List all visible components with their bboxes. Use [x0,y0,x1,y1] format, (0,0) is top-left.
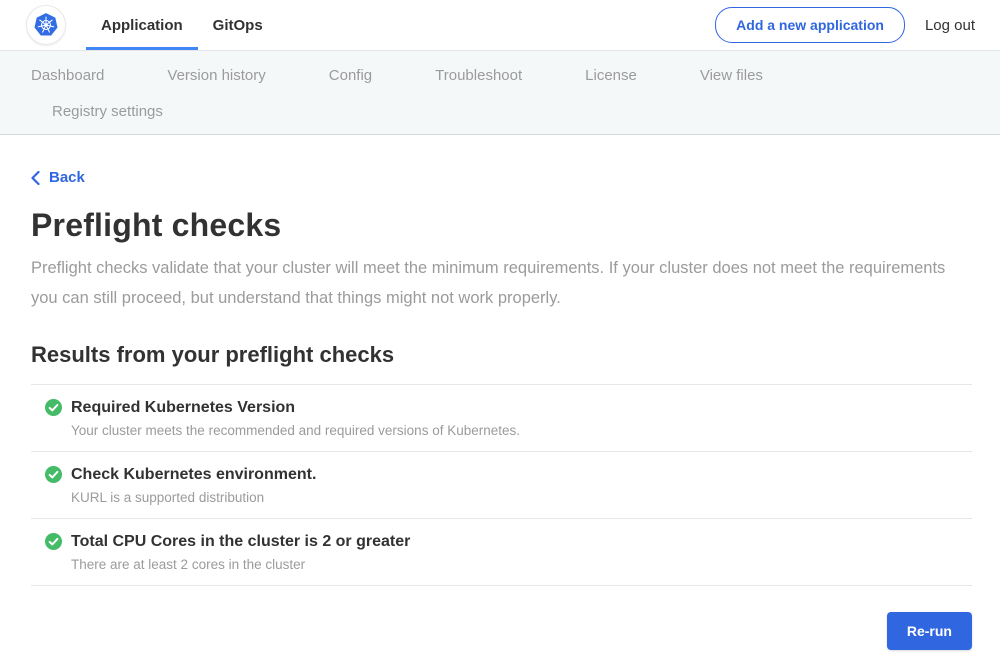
back-link[interactable]: Back [31,169,85,186]
subnav-item-registry-settings[interactable]: Registry settings [52,102,163,122]
result-detail: KURL is a supported distribution [71,490,972,505]
subnav-item-config[interactable]: Config [329,66,372,86]
chevron-left-icon [31,171,40,185]
page-description: Preflight checks validate that your clus… [31,253,961,313]
subnav-item-version-history[interactable]: Version history [167,66,265,86]
preflight-checks-page: Back Preflight checks Preflight checks v… [0,135,1000,650]
actions-row: Re-run [31,612,972,650]
result-head: Required Kubernetes Version [45,399,972,417]
back-label: Back [49,169,85,186]
result-title: Required Kubernetes Version [71,399,295,417]
result-head: Check Kubernetes environment. [45,466,972,484]
top-navbar: Application GitOps Add a new application… [0,0,1000,50]
result-head: Total CPU Cores in the cluster is 2 or g… [45,533,972,551]
result-detail: There are at least 2 cores in the cluste… [71,557,972,572]
tab-application[interactable]: Application [86,0,198,50]
result-row-kubernetes-version: Required Kubernetes Version Your cluster… [31,385,972,452]
result-detail: Your cluster meets the recommended and r… [71,423,972,438]
subnav-row-1: Dashboard Version history Config Trouble… [31,66,1000,86]
rerun-button[interactable]: Re-run [887,612,972,650]
result-title: Total CPU Cores in the cluster is 2 or g… [71,533,410,551]
page-title: Preflight checks [31,207,972,244]
result-row-kubernetes-environment: Check Kubernetes environment. KURL is a … [31,452,972,519]
kubernetes-logo [26,5,66,45]
result-title: Check Kubernetes environment. [71,466,316,484]
subnav-item-dashboard[interactable]: Dashboard [31,66,104,86]
add-new-application-button[interactable]: Add a new application [715,7,905,43]
subnav-item-license[interactable]: License [585,66,637,86]
result-row-cpu-cores: Total CPU Cores in the cluster is 2 or g… [31,519,972,586]
preflight-results-list: Required Kubernetes Version Your cluster… [31,384,972,586]
app-subnav: Dashboard Version history Config Trouble… [0,50,1000,135]
kubernetes-helm-icon [30,9,62,41]
subnav-row-2: Registry settings [31,102,1000,122]
topnav-right: Add a new application Log out [715,0,975,50]
subnav-item-view-files[interactable]: View files [700,66,763,86]
check-pass-icon [45,399,62,416]
check-pass-icon [45,533,62,550]
check-pass-icon [45,466,62,483]
top-tabs: Application GitOps [86,0,278,50]
tab-gitops[interactable]: GitOps [198,0,278,50]
logout-link[interactable]: Log out [925,17,975,34]
subnav-item-troubleshoot[interactable]: Troubleshoot [435,66,522,86]
results-heading: Results from your preflight checks [31,342,972,368]
